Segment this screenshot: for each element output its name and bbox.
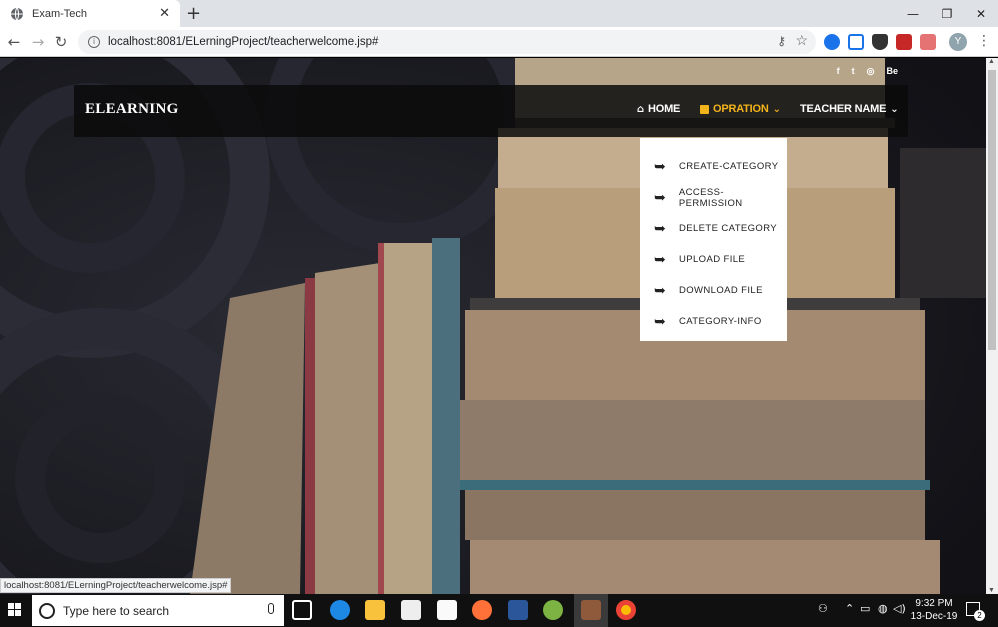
paint-icon[interactable] xyxy=(543,600,563,620)
sign-in-icon: ➥ xyxy=(654,251,666,268)
pdf-icon[interactable] xyxy=(920,34,936,50)
browser-toolbar: ← → ↻ i localhost:8081/ELerningProject/t… xyxy=(0,27,998,57)
cortana-icon xyxy=(39,602,55,619)
scroll-down-icon[interactable]: ▼ xyxy=(988,587,995,594)
new-tab-button[interactable]: + xyxy=(186,3,201,24)
menu-item-label: CATEGORY-INFO xyxy=(679,316,762,327)
info-icon[interactable]: i xyxy=(88,36,100,48)
sign-in-icon: ➥ xyxy=(654,220,666,237)
opration-dropdown-menu: ➥ CREATE-CATEGORY ➥ ACCESS-PERMISSION ➥ … xyxy=(640,138,787,341)
store-icon[interactable] xyxy=(401,600,421,620)
nav-home[interactable]: ⌂ HOME xyxy=(637,103,680,115)
menu-item-label: CREATE-CATEGORY xyxy=(679,161,779,172)
browser-tab[interactable]: Exam-Tech ✕ xyxy=(0,0,180,27)
social-links: f t ◎ Be xyxy=(837,66,898,77)
behance-icon[interactable]: Be xyxy=(886,66,898,77)
menu-item-access-permission[interactable]: ➥ ACCESS-PERMISSION xyxy=(640,182,787,213)
url-text[interactable]: localhost:8081/ELerningProject/teacherwe… xyxy=(108,36,378,48)
globe-icon xyxy=(11,7,23,20)
extension-icon[interactable] xyxy=(824,34,840,50)
menu-item-label: DOWNLOAD FILE xyxy=(679,285,763,296)
menu-item-category-info[interactable]: ➥ CATEGORY-INFO xyxy=(640,306,787,337)
status-bar-url: localhost:8081/ELerningProject/teacherwe… xyxy=(0,578,232,593)
menu-item-create-category[interactable]: ➥ CREATE-CATEGORY xyxy=(640,151,787,182)
edit-icon xyxy=(700,104,709,114)
menu-item-download-file[interactable]: ➥ DOWNLOAD FILE xyxy=(640,275,787,306)
dribbble-icon[interactable]: ◎ xyxy=(867,66,875,77)
back-arrow-icon[interactable]: ← xyxy=(4,32,24,52)
volume-icon[interactable]: ◁) xyxy=(893,602,906,615)
search-placeholder: Type here to search xyxy=(63,603,170,618)
notification-count-badge: 2 xyxy=(974,610,985,621)
mail-icon[interactable] xyxy=(437,600,457,620)
close-window-button[interactable]: ✕ xyxy=(964,0,998,27)
nav-home-label: HOME xyxy=(647,103,681,115)
taskbar-search-box[interactable]: Type here to search xyxy=(32,595,284,626)
edge-icon[interactable] xyxy=(330,600,350,620)
microphone-icon[interactable] xyxy=(268,603,274,614)
browser-tab-strip: Exam-Tech ✕ + — ❐ ✕ xyxy=(0,0,998,27)
menu-item-delete-category[interactable]: ➥ DELETE CATEGORY xyxy=(640,213,787,244)
tab-close-icon[interactable]: ✕ xyxy=(159,6,170,21)
nav-opration[interactable]: OPRATION ⌄ xyxy=(700,103,781,115)
chevron-down-icon: ⌄ xyxy=(890,103,899,115)
sign-in-icon: ➥ xyxy=(654,282,666,299)
key-icon[interactable]: ⚷ xyxy=(777,34,786,48)
more-menu-icon[interactable]: ⋮ xyxy=(977,33,991,49)
chrome-icon[interactable] xyxy=(616,600,636,620)
people-icon[interactable]: ⚇ xyxy=(818,602,828,615)
menu-item-label: ACCESS-PERMISSION xyxy=(678,186,743,209)
app-icon[interactable] xyxy=(581,600,601,620)
nav-opration-label: OPRATION xyxy=(713,103,769,115)
scrollbar-thumb[interactable] xyxy=(988,70,996,350)
sign-in-icon: ➥ xyxy=(654,189,666,206)
battery-icon[interactable]: ▭ xyxy=(860,602,870,615)
tab-title: Exam-Tech xyxy=(32,7,88,20)
nav-teacher-label: TEACHER NAME xyxy=(800,103,887,115)
nav-teacher[interactable]: TEACHER NAME ⌄ xyxy=(800,103,899,115)
sign-in-icon: ➥ xyxy=(654,158,666,175)
menu-item-label: UPLOAD FILE xyxy=(679,254,746,265)
profile-avatar[interactable]: Y xyxy=(949,33,967,51)
site-navbar: ELEARNING ⌂ HOME OPRATION ⌄ TEACHER NAME… xyxy=(74,85,908,137)
page-viewport: f t ◎ Be ELEARNING ⌂ HOME OPRATION ⌄ TEA… xyxy=(0,58,986,594)
clock-date: 13-Dec-19 xyxy=(910,611,958,622)
menu-item-upload-file[interactable]: ➥ UPLOAD FILE xyxy=(640,244,787,275)
task-view-icon[interactable] xyxy=(292,600,312,620)
clock-time: 9:32 PM xyxy=(915,598,953,609)
shield-icon[interactable] xyxy=(872,34,888,50)
sign-in-icon: ➥ xyxy=(654,313,666,330)
site-brand[interactable]: ELEARNING xyxy=(85,101,179,118)
windows-taskbar: Type here to search ⚇ ⌃ ▭ ◍ ◁) 9:32 PM 1… xyxy=(0,594,998,627)
extension-icon[interactable] xyxy=(848,34,864,50)
books-background-image xyxy=(0,58,986,594)
windows-start-icon[interactable] xyxy=(8,603,22,617)
chevron-down-icon: ⌄ xyxy=(772,103,781,115)
menu-item-label: DELETE CATEGORY xyxy=(679,223,778,234)
minimize-button[interactable]: — xyxy=(896,0,930,27)
word-icon[interactable] xyxy=(508,600,528,620)
forward-arrow-icon[interactable]: → xyxy=(28,32,48,52)
chevron-up-icon[interactable]: ⌃ xyxy=(845,602,854,615)
scroll-up-icon[interactable]: ▲ xyxy=(988,58,995,65)
bookmark-star-icon[interactable]: ☆ xyxy=(795,32,808,49)
taskbar-clock[interactable]: 9:32 PM 13-Dec-19 xyxy=(908,597,960,623)
reload-icon[interactable]: ↻ xyxy=(51,32,71,52)
network-icon[interactable]: ◍ xyxy=(878,602,888,615)
restore-button[interactable]: ❐ xyxy=(930,0,964,27)
pocket-icon[interactable] xyxy=(896,34,912,50)
facebook-icon[interactable]: f xyxy=(837,66,840,77)
page-scrollbar[interactable]: ▲ ▼ xyxy=(986,58,998,594)
twitter-icon[interactable]: t xyxy=(852,66,855,77)
firefox-icon[interactable] xyxy=(472,600,492,620)
file-explorer-icon[interactable] xyxy=(365,600,385,620)
address-bar[interactable]: i localhost:8081/ELerningProject/teacher… xyxy=(78,30,816,54)
home-icon: ⌂ xyxy=(637,103,644,115)
